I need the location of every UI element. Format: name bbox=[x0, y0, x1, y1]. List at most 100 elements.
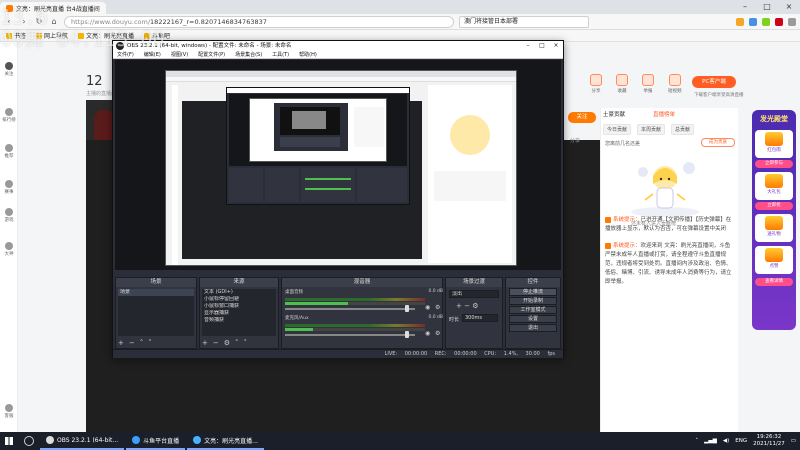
promo-pill[interactable]: 立即抢 bbox=[755, 202, 793, 210]
promo-card[interactable]: 点赞 bbox=[755, 246, 793, 274]
menu-help[interactable]: 帮助(H) bbox=[299, 51, 317, 58]
sidebar-item-recommend[interactable]: 推荐 bbox=[1, 144, 17, 159]
menu-icon[interactable] bbox=[788, 17, 796, 26]
tab-today[interactable]: 今日贡献 bbox=[603, 124, 632, 135]
transition-select[interactable]: 淡出 bbox=[449, 290, 499, 298]
up-icon[interactable]: ˄ bbox=[235, 339, 239, 347]
speaker-icon[interactable]: ◉ bbox=[425, 330, 430, 337]
minimize-icon[interactable]: – bbox=[734, 0, 756, 14]
sidebar-item-service[interactable]: 客服 bbox=[1, 404, 17, 419]
url-input[interactable]: https://www.douyu.com/18222167_r=0.82071… bbox=[64, 15, 454, 28]
maximize-icon[interactable]: □ bbox=[756, 0, 778, 14]
stop-streaming-button[interactable]: 停止推流 bbox=[509, 288, 557, 296]
start-button[interactable] bbox=[0, 432, 18, 450]
notification-icon[interactable]: ▭ bbox=[791, 438, 796, 444]
network-icon[interactable]: ▂▄▆ bbox=[704, 438, 717, 444]
gear-icon[interactable]: ⚙ bbox=[435, 304, 440, 311]
exit-button[interactable]: 退出 bbox=[509, 324, 557, 332]
room-action-fav[interactable]: 收藏 bbox=[616, 74, 628, 94]
share-link[interactable]: 分享 bbox=[570, 137, 580, 144]
volume-slider-handle[interactable] bbox=[405, 331, 409, 338]
promo-card[interactable]: 红包雨 bbox=[755, 130, 793, 158]
taskbar-app-obs[interactable]: OBS 23.2.1 (64-bit... bbox=[40, 432, 125, 450]
volume-slider[interactable] bbox=[285, 308, 415, 310]
sidebar-item-rank[interactable]: 排行榜 bbox=[1, 108, 17, 123]
tray-chevron-icon[interactable]: ˄ bbox=[695, 438, 698, 444]
taskbar-app-douyu[interactable]: 斗鱼平台直播 bbox=[126, 432, 186, 450]
bookmark-item[interactable]: 斗鱼吧 bbox=[144, 31, 170, 40]
sidebar-item-events[interactable]: 赛事 bbox=[1, 180, 17, 195]
browser-search-input[interactable]: 澳门将接管日本部署 bbox=[459, 15, 589, 28]
forward-icon[interactable]: › bbox=[19, 17, 29, 26]
scene-item[interactable]: 场景 bbox=[118, 289, 194, 296]
tab-week[interactable]: 本周贡献 bbox=[637, 124, 666, 135]
room-rank-title[interactable]: 直播榜单 bbox=[653, 110, 675, 118]
start-recording-button[interactable]: 开始录制 bbox=[509, 297, 557, 305]
promo-pill[interactable]: 查看详情 bbox=[755, 278, 793, 286]
sidebar-item-games[interactable]: 游戏 bbox=[1, 208, 17, 223]
clock[interactable]: 19:26:32 2021/11/27 bbox=[753, 434, 785, 448]
bookmark-item[interactable]: 网上导航 bbox=[36, 31, 68, 40]
up-icon[interactable]: ˄ bbox=[140, 339, 144, 347]
bookmark-item[interactable]: 书签 bbox=[6, 31, 26, 40]
volume-slider[interactable] bbox=[285, 334, 415, 336]
menu-profile[interactable]: 配置文件(P) bbox=[198, 51, 225, 58]
contribute-title[interactable]: 土豪贡献 bbox=[603, 110, 625, 118]
follow-button[interactable]: 关注 bbox=[568, 112, 596, 123]
browser-tab-active[interactable]: 文亮：刷光亮直播 台4战直播间 bbox=[0, 2, 106, 14]
extension-icon[interactable] bbox=[736, 17, 744, 26]
scenes-list[interactable]: 场景 bbox=[118, 289, 194, 336]
sidebar-item-experts[interactable]: 大神 bbox=[1, 242, 17, 257]
add-icon[interactable]: + bbox=[118, 339, 124, 347]
extension-icon[interactable] bbox=[775, 17, 783, 26]
remove-icon[interactable]: − bbox=[213, 339, 219, 347]
volume-icon[interactable]: ◀) bbox=[723, 438, 729, 444]
promo-card[interactable]: 大礼包 bbox=[755, 172, 793, 200]
gear-icon[interactable]: ⚙ bbox=[435, 330, 440, 337]
language-indicator[interactable]: ENG bbox=[735, 438, 747, 444]
menu-edit[interactable]: 编辑(E) bbox=[144, 51, 161, 58]
menu-scene-collection[interactable]: 场景集合(S) bbox=[235, 51, 262, 58]
volume-slider-handle[interactable] bbox=[405, 305, 409, 312]
remove-icon[interactable]: − bbox=[129, 339, 135, 347]
sources-list[interactable]: 文本 (GDI+) 小鼠标停留回避 小鼠标窗口捕获 显示器捕获 音频捕获 bbox=[202, 289, 276, 336]
become-noble-button[interactable]: 成为贵族 bbox=[701, 138, 735, 147]
room-action-video[interactable]: 短视频 bbox=[668, 74, 682, 94]
close-icon[interactable]: × bbox=[778, 0, 800, 14]
menu-view[interactable]: 视图(V) bbox=[171, 51, 188, 58]
promo-banner[interactable]: 发光殿堂 红包雨 立即参与 大礼包 立即抢 送礼物 点赞 查看详情 bbox=[752, 110, 796, 330]
promo-card[interactable]: 送礼物 bbox=[755, 214, 793, 242]
room-action-report[interactable]: 举报 bbox=[642, 74, 654, 94]
room-action-share[interactable]: 分享 bbox=[590, 74, 602, 94]
sidebar-item-follow[interactable]: 关注 bbox=[1, 62, 17, 77]
tab-total[interactable]: 总贡献 bbox=[671, 124, 695, 135]
speaker-icon[interactable]: ◉ bbox=[425, 304, 430, 311]
gear-icon[interactable]: ⚙ bbox=[472, 302, 478, 310]
reload-icon[interactable]: ↻ bbox=[34, 17, 44, 26]
studio-mode-button[interactable]: 工作室模式 bbox=[509, 306, 557, 314]
pc-client-button[interactable]: PC客户端 bbox=[692, 76, 736, 88]
source-item[interactable]: 音频捕获 bbox=[202, 317, 276, 324]
duration-input[interactable]: 300ms bbox=[462, 314, 498, 322]
taskbar-app-browser[interactable]: 文亮：刷光亮直播... bbox=[187, 432, 264, 450]
promo-pill[interactable]: 立即参与 bbox=[755, 160, 793, 168]
home-icon[interactable]: ⌂ bbox=[49, 17, 59, 26]
add-icon[interactable]: + bbox=[202, 339, 208, 347]
menu-file[interactable]: 文件(F) bbox=[117, 51, 134, 58]
close-icon[interactable]: × bbox=[549, 41, 563, 51]
source-item[interactable]: 文本 (GDI+) bbox=[202, 289, 276, 296]
maximize-icon[interactable]: □ bbox=[535, 41, 549, 51]
remove-icon[interactable]: − bbox=[464, 302, 470, 310]
menu-tools[interactable]: 工具(T) bbox=[272, 51, 289, 58]
source-item[interactable]: 显示器捕获 bbox=[202, 310, 276, 317]
source-item[interactable]: 小鼠标停留回避 bbox=[202, 296, 276, 303]
gear-icon[interactable]: ⚙ bbox=[224, 339, 230, 347]
extension-icon[interactable] bbox=[749, 17, 757, 26]
settings-button[interactable]: 设置 bbox=[509, 315, 557, 323]
obs-preview[interactable] bbox=[115, 60, 561, 270]
minimize-icon[interactable]: – bbox=[521, 41, 535, 51]
extension-icon[interactable] bbox=[762, 17, 770, 26]
down-icon[interactable]: ˅ bbox=[244, 339, 248, 347]
search-icon[interactable] bbox=[24, 436, 34, 446]
bookmark-item[interactable]: 文亮：刷光亮直播 bbox=[78, 31, 134, 40]
